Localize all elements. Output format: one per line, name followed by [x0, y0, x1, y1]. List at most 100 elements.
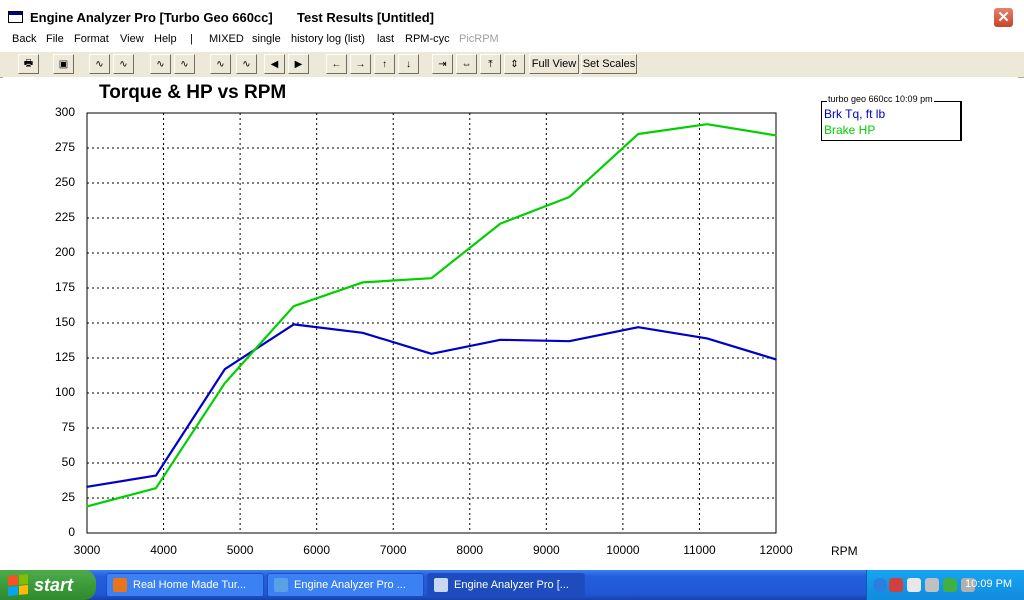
y-tick-label: 200: [54, 245, 75, 259]
engine-analyzer-window-icon: [434, 578, 448, 592]
set-scales-button[interactable]: Set Scales: [581, 54, 637, 74]
graph-compare-button[interactable]: ∿: [210, 54, 231, 74]
graph-compare-alt-button[interactable]: ∿: [236, 54, 257, 74]
full-view-button[interactable]: Full View: [529, 54, 579, 74]
legend-entry-torque: Brk Tq, ft lb: [824, 107, 886, 121]
menu-item-help[interactable]: Help: [154, 33, 177, 45]
menu-item-view[interactable]: View: [120, 33, 144, 45]
x-tick-label: 9000: [532, 543, 560, 557]
close-button[interactable]: ✕: [993, 7, 1014, 28]
expand-vertical-icon: ⇕: [510, 58, 519, 70]
taskbar: start Real Home Made Tur... Engine Analyz…: [0, 570, 1024, 600]
legend-title: turbo geo 660cc 10:09 pm: [827, 94, 934, 104]
next-test-icon: ▶: [294, 58, 303, 70]
window-app-icon[interactable]: [8, 11, 23, 23]
menu-item-file[interactable]: File: [46, 33, 64, 45]
compress-horizontal-button[interactable]: ⇥: [432, 54, 453, 74]
monitor-icon: ▣: [58, 58, 69, 70]
taskbar-button-label: Engine Analyzer Pro [...: [454, 579, 569, 591]
y-tick-label: 250: [54, 175, 75, 189]
arrow-up-icon: ↑: [382, 58, 387, 70]
x-tick-label: 7000: [379, 543, 407, 557]
graph-overlay-button[interactable]: ∿: [150, 54, 171, 74]
taskbar-button-3[interactable]: Engine Analyzer Pro [...: [427, 573, 585, 597]
graph-curves-icon: ∿: [95, 58, 104, 70]
graph-compare-icon: ∿: [216, 58, 225, 70]
monitor-button[interactable]: ▣: [53, 54, 74, 74]
close-icon: ✕: [997, 9, 1010, 26]
menu-item-last[interactable]: last: [377, 33, 394, 45]
menu-item-mixed[interactable]: MIXED: [209, 33, 244, 45]
y-tick-label: 0: [68, 525, 75, 539]
menu-item-picrpm[interactable]: PicRPM: [459, 33, 499, 45]
y-tick-label: 150: [54, 315, 75, 329]
menu-item-: |: [190, 33, 193, 45]
graph-overlay-alt-button[interactable]: ∿: [174, 54, 195, 74]
arrow-right-button[interactable]: →: [350, 54, 371, 74]
compress-vertical-button[interactable]: ⤒: [480, 54, 501, 74]
menu-bar: Back File Format View Help | MIXED single histor…: [0, 33, 1024, 49]
graph-compare-alt-icon: ∿: [242, 58, 251, 70]
graph-overlay-icon: ∿: [156, 58, 165, 70]
tray-app-icon[interactable]: [889, 578, 903, 592]
app-title: Engine Analyzer Pro [Turbo Geo 660cc]: [30, 10, 273, 25]
x-tick-label: 10000: [606, 543, 640, 557]
taskbar-button-2[interactable]: Engine Analyzer Pro ...: [267, 573, 424, 597]
security-icon[interactable]: [943, 578, 957, 592]
taskbar-button-1[interactable]: Real Home Made Tur...: [106, 573, 264, 597]
taskbar-button-label: Engine Analyzer Pro ...: [294, 579, 406, 591]
y-tick-label: 300: [54, 105, 75, 119]
chart-area: [3, 77, 1018, 568]
printer-button[interactable]: 🖶: [18, 54, 39, 74]
start-button[interactable]: start: [0, 570, 96, 600]
clock: 10:09 PM: [965, 578, 1013, 590]
x-tick-label: 5000: [226, 543, 254, 557]
menu-item-format[interactable]: Format: [74, 33, 109, 45]
x-tick-label: 11000: [683, 543, 716, 557]
prev-test-icon: ◀: [270, 58, 279, 70]
printer-icon: 🖶: [23, 57, 34, 69]
toolbar: Full View Set Scales 🖶 ▣ ∿ ∿ ∿ ∿ ∿ ∿ ◀ ▶ ← → ↑ ↓ ⇥ ⇔ ⤒ ⇕: [0, 51, 1024, 78]
x-tick-label: 12000: [759, 543, 793, 557]
y-tick-label: 275: [54, 140, 75, 154]
y-tick-label: 100: [54, 385, 75, 399]
menu-item-rpm-cyc[interactable]: RPM-cyc: [405, 33, 450, 45]
compress-vertical-icon: ⤒: [488, 58, 493, 70]
x-tick-label: 4000: [150, 543, 177, 557]
expand-horizontal-button[interactable]: ⇔: [456, 54, 477, 74]
firefox-icon: [113, 578, 127, 592]
y-tick-label: 50: [61, 455, 75, 469]
menu-item-back[interactable]: Back: [12, 33, 36, 45]
x-axis-label: RPM: [831, 544, 858, 558]
graph-curves-alt-button[interactable]: ∿: [113, 54, 134, 74]
network-icon[interactable]: [907, 578, 921, 592]
x-tick-label: 3000: [73, 543, 101, 557]
x-tick-label: 8000: [456, 543, 484, 557]
taskbar-button-label: Real Home Made Tur...: [133, 579, 247, 591]
start-label: start: [34, 574, 74, 595]
compress-horizontal-icon: ⇥: [438, 58, 447, 70]
expand-horizontal-icon: ⇔: [461, 58, 472, 70]
arrow-up-button[interactable]: ↑: [374, 54, 395, 74]
expand-vertical-button[interactable]: ⇕: [504, 54, 525, 74]
y-tick-label: 225: [54, 210, 75, 224]
arrow-down-icon: ↓: [406, 58, 411, 70]
menu-item-history-log-list[interactable]: history log (list): [291, 33, 365, 45]
menu-item-single[interactable]: single: [252, 33, 281, 45]
arrow-left-button[interactable]: ←: [326, 54, 347, 74]
legend-entry-hp: Brake HP: [824, 123, 876, 137]
y-tick-label: 175: [54, 280, 75, 294]
arrow-left-icon: ←: [331, 58, 342, 70]
next-test-button[interactable]: ▶: [288, 54, 309, 74]
arrow-right-icon: →: [355, 58, 366, 70]
engine-analyzer-icon: [274, 578, 288, 592]
prev-test-button[interactable]: ◀: [264, 54, 285, 74]
y-tick-label: 125: [54, 350, 75, 364]
graph-curves-button[interactable]: ∿: [89, 54, 110, 74]
tray-expand-icon[interactable]: [873, 578, 887, 592]
graph-overlay-alt-icon: ∿: [180, 58, 189, 70]
volume-icon[interactable]: [925, 578, 939, 592]
y-tick-label: 75: [61, 420, 75, 434]
graph-curves-alt-icon: ∿: [119, 58, 128, 70]
arrow-down-button[interactable]: ↓: [398, 54, 419, 74]
